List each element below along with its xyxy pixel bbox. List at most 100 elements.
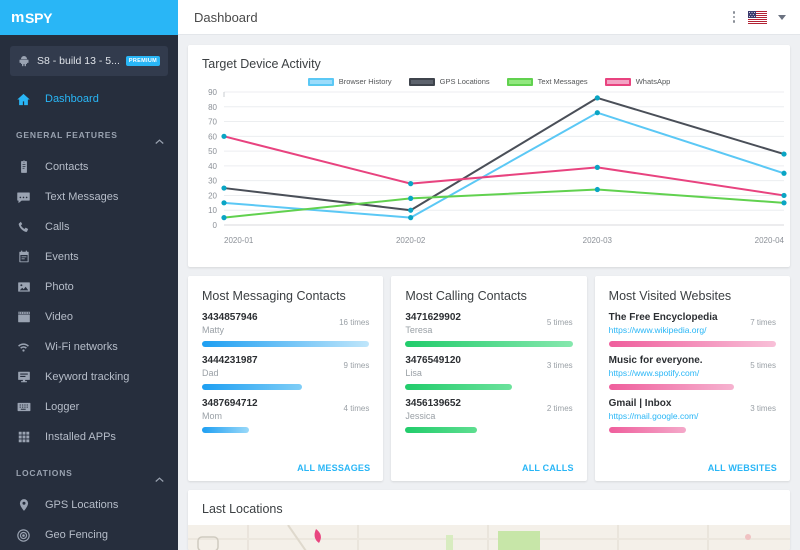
svg-text:2020-01: 2020-01 (224, 236, 254, 245)
contact-number: 3434857946 (202, 312, 258, 323)
sidebar-item-photo[interactable]: Photo (0, 272, 178, 302)
monitor-icon (16, 370, 31, 385)
contact-number: 3444231987 (202, 355, 258, 366)
progress-fill (202, 427, 249, 433)
chart-legend: Browser History GPS Locations Text Messa… (188, 77, 790, 86)
sidebar-item-calls[interactable]: Calls (0, 212, 178, 242)
sidebar-item-events[interactable]: Events (0, 242, 178, 272)
list-item[interactable]: 3487694712 Mom 4 times (188, 397, 383, 433)
list-item[interactable]: The Free Encyclopedia https://www.wikipe… (595, 311, 790, 347)
premium-badge: PREMIUM (125, 56, 160, 66)
sidebar: m SPY S8 - build 13 - 5.... PREMIUM Dash… (0, 0, 178, 550)
website-url[interactable]: https://mail.google.com/ (609, 410, 751, 423)
device-name: S8 - build 13 - 5.... (37, 55, 119, 67)
sidebar-item-label: Text Messages (45, 191, 119, 203)
sidebar-item-video[interactable]: Video (0, 302, 178, 332)
message-icon (16, 190, 31, 205)
sidebar-item-text-messages[interactable]: Text Messages (0, 182, 178, 212)
sidebar-item-logger[interactable]: Logger (0, 392, 178, 422)
list-item[interactable]: Music for everyone. https://www.spotify.… (595, 354, 790, 390)
sidebar-item-label: Calls (45, 221, 70, 233)
sidebar-item-label: Installed APPs (45, 431, 116, 443)
sidebar-item-dashboard[interactable]: Dashboard (0, 84, 178, 114)
list-item[interactable]: 3471629902 Teresa 5 times (391, 311, 586, 347)
svg-text:90: 90 (208, 88, 217, 97)
progress-fill (405, 384, 513, 390)
wifi-icon (16, 340, 31, 355)
list-item[interactable]: 3444231987 Dad 9 times (188, 354, 383, 390)
activity-line-chart[interactable]: 0 10 20 30 40 50 60 70 80 90 2020-01 2020-02 2020-03… (188, 86, 790, 251)
count-label: 2 times (546, 404, 573, 413)
website-url[interactable]: https://www.spotify.com/ (609, 367, 751, 380)
legend-label: WhatsApp (635, 77, 671, 86)
all-messages-link[interactable]: ALL MESSAGES (297, 463, 370, 473)
sidebar-section-general-features[interactable]: GENERAL FEATURES (0, 118, 178, 152)
progress-track (202, 341, 370, 347)
device-selector[interactable]: S8 - build 13 - 5.... PREMIUM (10, 46, 168, 76)
svg-text:60: 60 (208, 132, 217, 141)
contact-number: 3476549120 (405, 355, 461, 366)
list-item[interactable]: 3434857946 Matty 16 times (188, 311, 383, 347)
contact-name: Dad (202, 368, 219, 378)
target-device-activity-card: Target Device Activity Browser History G… (188, 45, 790, 267)
all-calls-link[interactable]: ALL CALLS (522, 463, 574, 473)
list-item[interactable]: 3476549120 Lisa 3 times (391, 354, 586, 390)
website-title: Gmail | Inbox (608, 398, 672, 409)
contact-name: Matty (202, 325, 225, 335)
svg-text:70: 70 (208, 118, 217, 127)
legend-item[interactable]: Browser History (307, 77, 392, 86)
sidebar-item-installed-apps[interactable]: Installed APPs (0, 422, 178, 452)
list-item[interactable]: Gmail | Inbox https://mail.google.com/ 3… (595, 397, 790, 433)
map-preview[interactable] (188, 525, 790, 550)
sidebar-item-label: Events (45, 251, 79, 263)
android-icon (18, 54, 30, 68)
sidebar-section-locations[interactable]: LOCATIONS (0, 456, 178, 490)
legend-item[interactable]: GPS Locations (408, 77, 490, 86)
list-item[interactable]: 3456139652 Jessica 2 times (391, 397, 586, 433)
count-label: 3 times (546, 361, 573, 370)
website-title: The Free Encyclopedia (608, 312, 718, 323)
entry-list: The Free Encyclopedia https://www.wikipe… (595, 311, 790, 433)
sidebar-item-gps-locations[interactable]: GPS Locations (0, 490, 178, 520)
sidebar-item-keyword-tracking[interactable]: Keyword tracking (0, 362, 178, 392)
progress-fill (405, 427, 478, 433)
chart-title: Target Device Activity (202, 57, 321, 71)
website-url[interactable]: https://www.wikipedia.org/ (609, 324, 751, 337)
progress-fill (608, 384, 735, 390)
sidebar-item-wifi-networks[interactable]: Wi-Fi networks (0, 332, 178, 362)
progress-track (405, 341, 573, 347)
sidebar-item-label: Video (45, 311, 73, 323)
legend-swatch-whatsapp (604, 77, 631, 86)
sidebar-item-label: Logger (45, 401, 80, 413)
chevron-down-icon[interactable] (778, 14, 786, 20)
progress-track (608, 384, 776, 390)
us-flag-icon[interactable] (748, 10, 767, 24)
progress-track (202, 384, 369, 390)
contact-name: Teresa (405, 325, 433, 335)
sidebar-item-contacts[interactable]: Contacts (0, 152, 178, 182)
legend-label: GPS Locations (439, 77, 490, 86)
legend-item[interactable]: WhatsApp (604, 77, 671, 86)
summary-cards-row: Most Messaging Contacts 3434857946 Matty… (188, 276, 790, 481)
sidebar-item-geo-fencing[interactable]: Geo Fencing (0, 520, 178, 550)
sidebar-item-label: Wi-Fi networks (45, 341, 118, 353)
count-label: 16 times (339, 318, 370, 327)
grid-icon (16, 430, 31, 445)
sidebar-item-label: GPS Locations (45, 499, 119, 511)
entry-list: 3471629902 Teresa 5 times 3476549120 Lis… (391, 311, 586, 433)
more-vertical-icon[interactable] (731, 9, 738, 25)
progress-fill (202, 341, 370, 347)
page-title: Dashboard (194, 9, 258, 25)
top-bar-actions (731, 9, 786, 25)
progress-track (608, 341, 776, 347)
dashboard-content: Target Device Activity Browser History G… (178, 35, 800, 550)
photo-icon (16, 280, 31, 295)
brand-logo[interactable]: m SPY (11, 10, 52, 26)
most-calling-contacts-card: Most Calling Contacts 3471629902 Teresa … (391, 276, 587, 481)
main-area: Dashboard Target Device Activity Browser… (178, 0, 800, 550)
contact-name: Lisa (405, 368, 422, 378)
all-websites-link[interactable]: ALL WEBSITES (708, 463, 777, 473)
sidebar-item-label: Photo (45, 281, 74, 293)
legend-item[interactable]: Text Messages (506, 77, 588, 86)
count-label: 5 times (750, 361, 776, 370)
